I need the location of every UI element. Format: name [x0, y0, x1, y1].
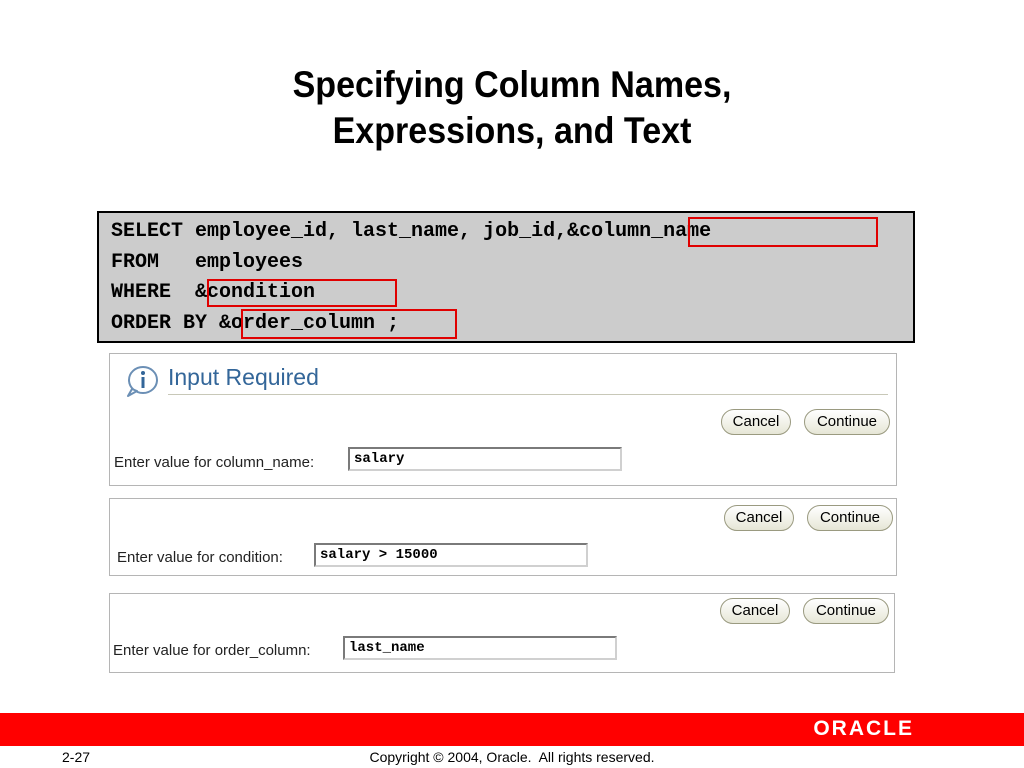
cancel-button[interactable]: Cancel — [720, 598, 790, 624]
dialog-title: Input Required — [168, 364, 319, 390]
code-select-text: SELECT employee_id, last_name, job_id, — [111, 220, 568, 243]
dialog-title-divider — [168, 394, 888, 395]
input-required-dialog-order-column: Cancel Continue Enter value for order_co… — [109, 593, 895, 673]
code-line-from: FROM employees — [111, 251, 304, 274]
input-required-dialog-column-name: Input Required Cancel Continue Enter val… — [109, 353, 897, 486]
footer-brand-bar: ORACLE — [0, 713, 1024, 746]
sql-code-box: SELECT employee_id, last_name, job_id,&c… — [97, 211, 915, 343]
continue-button[interactable]: Continue — [804, 409, 890, 435]
cancel-button[interactable]: Cancel — [724, 505, 794, 531]
cancel-button[interactable]: Cancel — [721, 409, 791, 435]
copyright-notice: Copyright © 2004, Oracle. All rights res… — [369, 749, 655, 765]
continue-button[interactable]: Continue — [803, 598, 889, 624]
slide-title: Specifying Column Names, Expressions, an… — [41, 62, 983, 154]
column-name-input[interactable]: salary — [348, 447, 622, 471]
column-name-field-label: Enter value for column_name: — [114, 454, 315, 471]
input-required-dialog-condition: Cancel Continue Enter value for conditio… — [109, 498, 897, 576]
slide-title-line-1: Specifying Column Names, — [292, 64, 732, 105]
code-order-by-keyword: ORDER BY — [111, 312, 208, 335]
order-column-input[interactable]: last_name — [343, 636, 617, 660]
order-column-field-label: Enter value for order_column: — [113, 642, 311, 659]
highlight-column-name — [688, 217, 878, 247]
condition-input[interactable]: salary > 15000 — [314, 543, 588, 567]
slide-title-line-2: Expressions, and Text — [332, 110, 692, 151]
highlight-condition — [207, 279, 397, 307]
continue-button[interactable]: Continue — [807, 505, 893, 531]
code-where-keyword: WHERE — [111, 281, 172, 304]
condition-field-label: Enter value for condition: — [117, 549, 283, 566]
info-icon — [127, 366, 158, 397]
oracle-logo: ORACLE — [813, 717, 914, 740]
highlight-order-column — [241, 309, 457, 339]
code-line-select: SELECT employee_id, last_name, job_id,&c… — [111, 220, 711, 244]
